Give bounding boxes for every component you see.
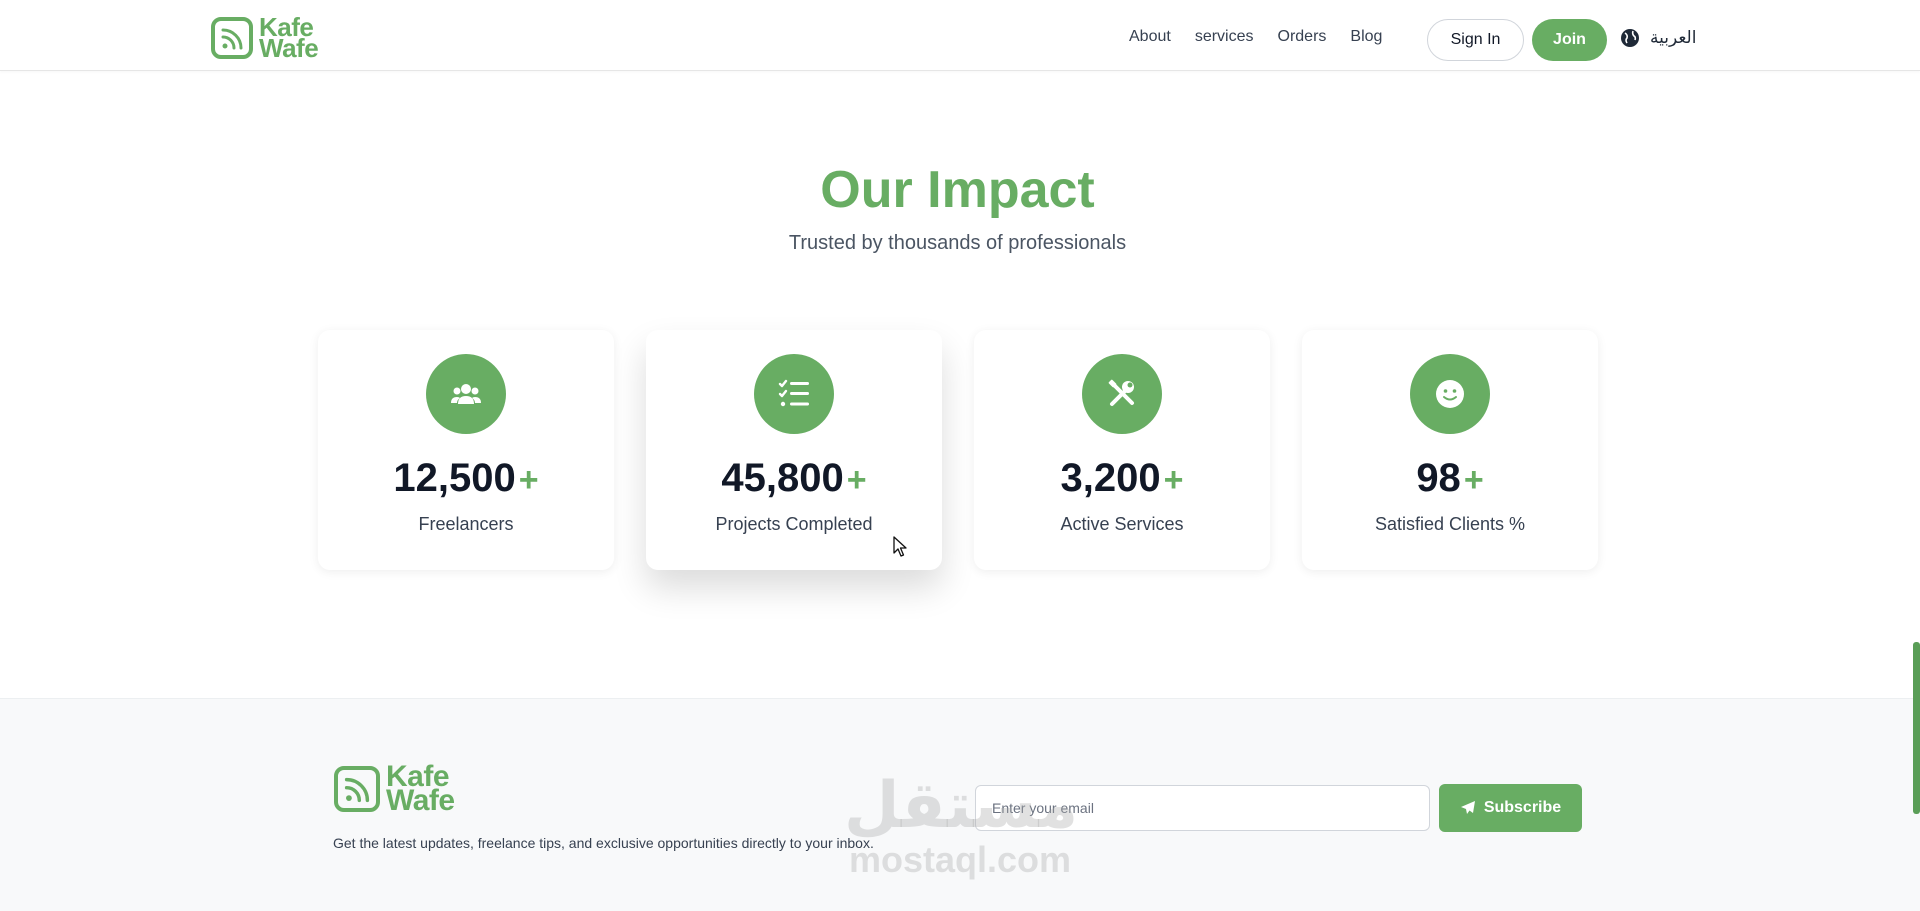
- logo-text: Kafe Wafe: [386, 760, 455, 817]
- logo-text: Kafe Wafe: [259, 12, 319, 63]
- language-switcher[interactable]: العربية: [1620, 28, 1696, 48]
- subscribe-label: Subscribe: [1483, 799, 1562, 816]
- join-button[interactable]: Join: [1532, 19, 1607, 61]
- stat-value: 3,200+: [1060, 456, 1184, 500]
- tools-icon: [1082, 354, 1162, 434]
- stat-value: 45,800+: [721, 456, 867, 500]
- users-icon: [426, 354, 506, 434]
- stat-card-freelancers: 12,500+ Freelancers: [318, 330, 614, 570]
- nav-blog[interactable]: Blog: [1350, 28, 1382, 46]
- smile-icon: [1410, 354, 1490, 434]
- stat-label: Satisfied Clients %: [1374, 514, 1526, 534]
- site-footer: [0, 698, 1920, 911]
- site-header: Kafe Wafe About services Orders Blog Sig…: [0, 0, 1920, 71]
- globe-icon: [1621, 29, 1639, 47]
- nav-orders[interactable]: Orders: [1278, 28, 1327, 46]
- sign-in-button[interactable]: Sign In: [1427, 19, 1524, 61]
- scrollbar-thumb[interactable]: [1913, 642, 1920, 814]
- footer-logo[interactable]: Kafe Wafe: [334, 760, 455, 817]
- stat-card-projects: 45,800+ Projects Completed: [646, 330, 942, 570]
- logo-mark-icon: [334, 766, 380, 812]
- stat-label: Projects Completed: [715, 514, 873, 534]
- impact-subtitle: Trusted by thousands of professionals: [788, 232, 1127, 254]
- paper-plane-icon: [1460, 801, 1475, 814]
- footer-tagline: Get the latest updates, freelance tips, …: [333, 835, 874, 851]
- stat-card-satisfied: 98+ Satisfied Clients %: [1302, 330, 1598, 570]
- nav-about[interactable]: About: [1129, 28, 1171, 46]
- list-check-icon: [754, 354, 834, 434]
- stat-value: 98+: [1416, 456, 1484, 500]
- stat-value: 12,500+: [393, 456, 539, 500]
- logo-mark-icon: [211, 17, 253, 59]
- stat-label: Active Services: [1060, 514, 1184, 534]
- header-logo[interactable]: Kafe Wafe: [211, 12, 319, 63]
- subscribe-button[interactable]: Subscribe: [1439, 784, 1582, 832]
- stat-label: Freelancers: [418, 514, 514, 534]
- stat-card-services: 3,200+ Active Services: [974, 330, 1270, 570]
- nav-services[interactable]: services: [1195, 28, 1254, 46]
- email-input[interactable]: [975, 785, 1430, 831]
- impact-title: Our Impact: [820, 161, 1095, 219]
- mouse-cursor-icon: [893, 536, 907, 557]
- main-nav: About services Orders Blog: [1129, 28, 1382, 46]
- language-label: العربية: [1650, 28, 1697, 47]
